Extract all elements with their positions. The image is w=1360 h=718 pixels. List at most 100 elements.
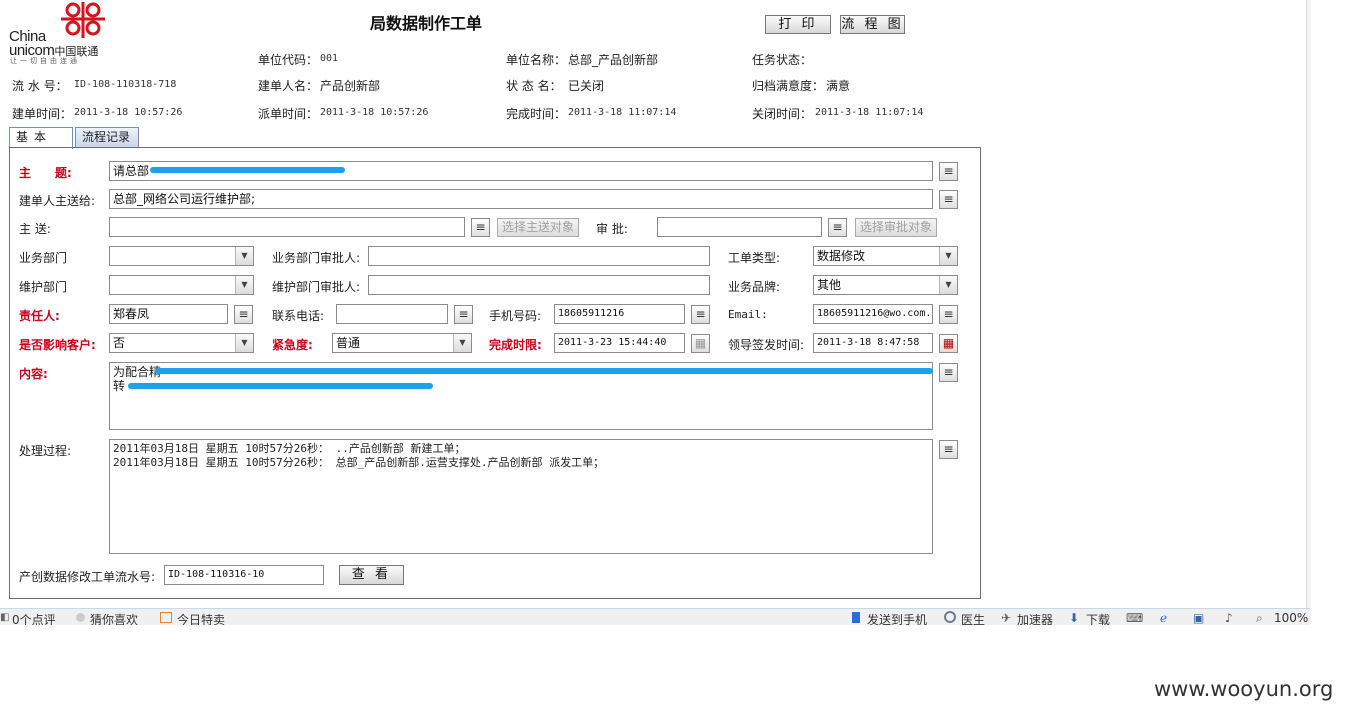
browser-status-bar: ◧ 0个点评 猜你喜欢 今日特卖 发送到手机 医生 ✈ 加速器 ⬇ 下载 ⌨ ℯ…	[0, 608, 1310, 625]
main-recipient-list-icon[interactable]: ≡	[939, 190, 958, 209]
approve-label: 审 批:	[596, 222, 628, 236]
serial-value: ID-108-110318-718	[74, 79, 177, 90]
process-line: 2011年03月18日 星期五 10时57分26秒： 总部_产品创新部.运营支撑…	[113, 456, 605, 469]
owner-input[interactable]: 郑春凤	[109, 304, 228, 324]
ref-serial-input[interactable]: ID-108-110316-10	[164, 565, 324, 585]
order-type-label: 工单类型:	[728, 251, 781, 265]
view-button[interactable]: 查 看	[339, 565, 404, 585]
email-label: Email:	[728, 308, 768, 321]
rocket-icon: ✈	[1001, 611, 1012, 625]
select-approve-button[interactable]: 选择审批对象	[855, 218, 937, 237]
comment-icon: ◧	[0, 612, 10, 623]
logo-slogan: 让一切自由连通	[10, 57, 80, 65]
order-type-value: 数据修改	[817, 249, 866, 263]
completed-value: 2011-3-18 11:07:14	[568, 107, 677, 118]
process-list-icon[interactable]: ≡	[939, 440, 958, 459]
tab-basic[interactable]: 基本	[9, 127, 73, 149]
redaction-scribble	[150, 167, 345, 173]
ie-icon[interactable]: ℯ	[1160, 611, 1167, 625]
deadline-input[interactable]: 2011-3-23 15:44:40	[554, 333, 685, 353]
mobile-input[interactable]: 18605911216	[554, 304, 685, 324]
watermark: www.wooyun.org	[1154, 677, 1334, 701]
main-recipient-input[interactable]: 总部_网络公司运行维护部;	[109, 189, 933, 209]
zoom-icon: ⌕	[1256, 611, 1263, 625]
satisfaction-value: 满意	[826, 79, 851, 93]
unit-code-value: 001	[320, 53, 339, 64]
gift-icon	[160, 612, 172, 623]
unit-code-label: 单位代码：	[258, 53, 319, 67]
redaction-scribble	[155, 368, 933, 374]
content-list-icon[interactable]: ≡	[939, 363, 958, 382]
mobile-label: 手机号码:	[489, 309, 542, 323]
brand-select[interactable]: 其他 ▼	[813, 275, 958, 295]
dispatched-value: 2011-3-18 10:57:26	[320, 107, 429, 118]
speaker-icon[interactable]: ♪	[1225, 611, 1233, 625]
maint-approver-label: 维护部门审批人:	[272, 280, 361, 294]
chevron-down-icon: ▼	[939, 276, 957, 294]
guess-icon	[76, 613, 85, 622]
biz-approver-label: 业务部门审批人:	[272, 251, 361, 265]
phone-input[interactable]	[336, 304, 448, 324]
window-icon[interactable]: ▣	[1193, 611, 1204, 625]
email-input[interactable]: 18605911216@wo.com.cn	[813, 304, 933, 324]
brand-value: 其他	[817, 278, 842, 292]
affect-customer-value: 否	[113, 336, 126, 350]
status-today[interactable]: 今日特卖	[177, 611, 225, 625]
status-zoom[interactable]: 100%	[1274, 611, 1308, 625]
mobile-list-icon[interactable]: ≡	[691, 305, 710, 324]
print-button[interactable]: 打 印	[765, 15, 831, 34]
sign-time-calendar-icon[interactable]: ▦	[939, 334, 958, 353]
unit-name-value: 总部_产品创新部	[568, 53, 659, 67]
chevron-down-icon: ▼	[939, 247, 957, 265]
creator-value: 产品创新部	[320, 79, 381, 93]
urgency-label: 紧急度:	[272, 338, 313, 352]
approve-list-icon[interactable]: ≡	[828, 218, 847, 237]
ref-serial-label: 产创数据修改工单流水号:	[19, 570, 156, 584]
biz-dept-select[interactable]: ▼	[109, 246, 254, 266]
closed-value: 2011-3-18 11:07:14	[815, 107, 924, 118]
biz-dept-label: 业务部门	[19, 251, 68, 265]
urgency-select[interactable]: 普通 ▼	[332, 333, 472, 353]
flowchart-button[interactable]: 流 程 图	[840, 15, 905, 34]
status-accelerator[interactable]: 加速器	[1017, 611, 1053, 625]
status-doctor[interactable]: 医生	[961, 611, 985, 625]
cc-list-icon[interactable]: ≡	[471, 218, 490, 237]
select-cc-button[interactable]: 选择主送对象	[497, 218, 579, 237]
redaction-scribble	[128, 383, 433, 389]
brand-label: 业务品牌:	[728, 280, 781, 294]
order-type-select[interactable]: 数据修改 ▼	[813, 246, 958, 266]
owner-label: 责任人:	[19, 309, 60, 323]
game-icon[interactable]: ⌨	[1126, 611, 1143, 625]
email-list-icon[interactable]: ≡	[939, 305, 958, 324]
main-recipient-label: 建单人主送给:	[19, 194, 96, 208]
process-textarea[interactable]: 2011年03月18日 星期五 10时57分26秒： ..产品创新部 新建工单；…	[109, 439, 933, 554]
maint-approver-input[interactable]	[368, 275, 710, 295]
tab-flow-record[interactable]: 流程记录	[75, 127, 139, 147]
chevron-down-icon: ▼	[235, 247, 253, 265]
deadline-label: 完成时限:	[489, 338, 542, 352]
task-status-label: 任务状态：	[752, 53, 813, 67]
cc-input[interactable]	[109, 217, 465, 237]
sign-time-input[interactable]: 2011-3-18 8:47:58	[813, 333, 933, 353]
maint-dept-select[interactable]: ▼	[109, 275, 254, 295]
unit-name-label: 单位名称：	[506, 53, 567, 67]
status-comments[interactable]: 0个点评	[12, 611, 56, 625]
approve-input[interactable]	[657, 217, 822, 237]
download-icon: ⬇	[1069, 611, 1080, 625]
status-send-phone[interactable]: 发送到手机	[867, 611, 927, 625]
affect-customer-select[interactable]: 否 ▼	[109, 333, 254, 353]
status-download[interactable]: 下载	[1086, 611, 1110, 625]
owner-list-icon[interactable]: ≡	[234, 305, 253, 324]
page-scrollbar[interactable]	[1306, 0, 1311, 624]
phone-list-icon[interactable]: ≡	[454, 305, 473, 324]
status-guess[interactable]: 猜你喜欢	[90, 611, 138, 625]
subject-label: 主 题:	[19, 166, 72, 180]
sign-time-label: 领导签发时间:	[728, 338, 805, 352]
content-label: 内容:	[19, 367, 48, 381]
biz-approver-input[interactable]	[368, 246, 710, 266]
deadline-calendar-icon[interactable]: ▦	[691, 334, 710, 353]
status-value: 已关闭	[568, 79, 605, 93]
created-label: 建单时间：	[12, 107, 73, 121]
subject-list-icon[interactable]: ≡	[939, 162, 958, 181]
satisfaction-label: 归档满意度：	[752, 79, 825, 93]
